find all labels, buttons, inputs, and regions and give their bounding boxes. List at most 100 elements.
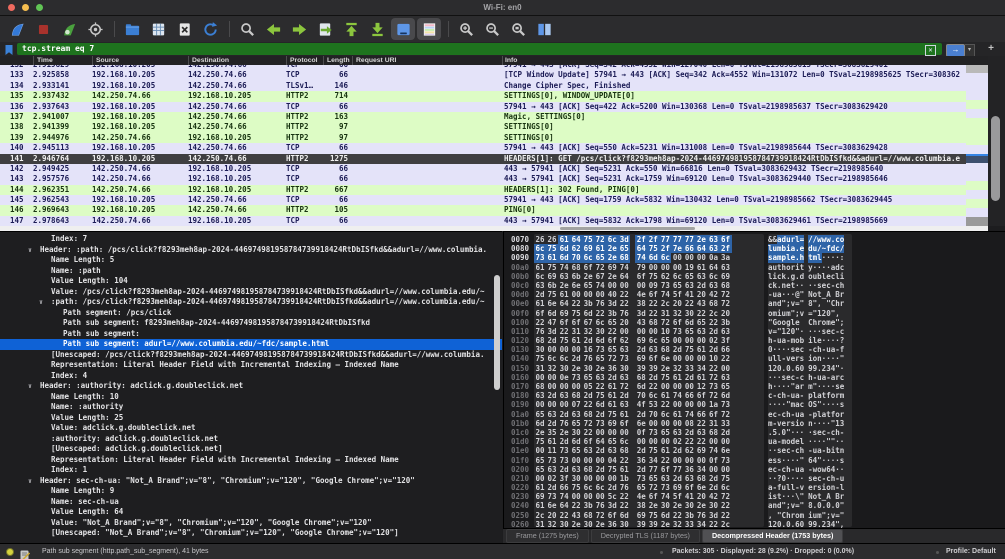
detail-line[interactable]: Name: sec-ch-ua [0, 497, 502, 508]
hex-row[interactable]: 010022476f6f676c65204368726f6d65223b"Goo… [504, 318, 1005, 327]
packet-row[interactable]: 1472.978643142.250.74.66192.168.10.205TC… [0, 216, 966, 226]
packet-list-minimap[interactable] [966, 65, 988, 226]
detail-line[interactable]: Name: :path [0, 266, 502, 277]
byte-view-tab[interactable]: Frame (1275 bytes) [506, 529, 589, 543]
packet-row[interactable]: 1432.957576142.250.74.66192.168.10.205TC… [0, 174, 966, 184]
expand-chevron-icon[interactable]: ∨ [28, 381, 32, 392]
packet-row[interactable]: 1392.944976142.250.74.66192.168.10.205HT… [0, 133, 966, 143]
detail-line[interactable]: Value Length: 104 [0, 276, 502, 287]
hex-row[interactable]: 00702626616475726c3d2f2f7777772e636f&&ad… [504, 235, 1005, 244]
detail-line[interactable]: :authority: adclick.g.doubleclick.net [0, 434, 502, 445]
packet-row[interactable]: 1332.925858192.168.10.205142.250.74.66TC… [0, 70, 966, 80]
hex-row[interactable]: 0240616e64223b763d22382e302e302e3022and"… [504, 501, 1005, 510]
hex-row[interactable]: 02603132302e302e363039392e323334222c120.… [504, 520, 1005, 528]
filter-bookmark-icon[interactable] [3, 43, 15, 55]
stop-capture-icon[interactable] [31, 18, 55, 40]
hex-row[interactable]: 00b06c69636b2e672e646f75626c65636c69lick… [504, 272, 1005, 281]
expand-chevron-icon[interactable]: ∨ [39, 297, 43, 308]
column-header-info[interactable]: Info [502, 56, 1005, 65]
detail-line-selected[interactable]: Path sub segment: adurl=//www.columbia.e… [0, 339, 502, 350]
detail-line[interactable]: Path segment: /pcs/click [0, 308, 502, 319]
hex-row[interactable]: 00d02d756100000040224e6f745f41204272-ua·… [504, 290, 1005, 299]
detail-line[interactable]: Index: 1 [0, 465, 502, 476]
colorize-icon[interactable] [417, 18, 441, 40]
detail-line[interactable]: Representation: Literal Header Field wit… [0, 360, 502, 371]
packet-list-vertical-scrollbar[interactable] [988, 56, 1005, 226]
hex-row[interactable]: 01e000117365632d63682d75612d6269746e··se… [504, 446, 1005, 455]
capture-comment-icon[interactable] [20, 547, 30, 557]
hex-row[interactable]: 017068000000052261726d22000000127365h···… [504, 382, 1005, 391]
hex-row[interactable]: 00f06f6d69756d223b763d22313230222c20omiu… [504, 309, 1005, 318]
packet-row[interactable]: 1372.941007192.168.10.205142.250.74.66HT… [0, 112, 966, 122]
packet-row[interactable]: 1352.937432142.250.74.66192.168.10.205HT… [0, 91, 966, 101]
hex-row[interactable]: 01a065632d63682d75612d706c6174666f72ec-c… [504, 410, 1005, 419]
column-header-length[interactable]: Length [323, 56, 352, 65]
packet-row[interactable]: 1342.933141192.168.10.205142.250.74.66TL… [0, 81, 966, 91]
packet-row-selected[interactable]: 1412.946764192.168.10.205142.250.74.66HT… [0, 154, 966, 164]
vertical-scroll-thumb[interactable] [991, 116, 1000, 201]
byte-view-tab[interactable]: Decrypted TLS (1187 bytes) [591, 529, 700, 543]
hex-row[interactable]: 01d075612d6d6f64656c0000000222220000ua-m… [504, 437, 1005, 446]
detail-line[interactable]: Value: "Not_A Brand";v="8", "Chromium";v… [0, 518, 502, 529]
detail-line[interactable]: ∨Header: sec-ch-ua: "Not_A Brand";v="8",… [0, 476, 502, 487]
detail-line[interactable]: [Unescaped: /pcs/click?f8293meh8ap-2024-… [0, 350, 502, 361]
hex-row[interactable]: 00806c756d6269612e6564752f7e6664632flumb… [504, 244, 1005, 253]
detail-line[interactable]: Index: 4 [0, 371, 502, 382]
filter-dropdown-caret[interactable]: ▾ [965, 44, 975, 57]
resize-columns-icon[interactable] [532, 18, 556, 40]
hex-row[interactable]: 009073616d706c652e68746d6c0000000a3asamp… [504, 253, 1005, 262]
detail-line[interactable]: [Unescaped: adclick.g.doubleclick.net] [0, 444, 502, 455]
go-last-packet-icon[interactable] [365, 18, 389, 40]
add-filter-button[interactable]: + [984, 42, 998, 55]
hex-row[interactable]: 01c02e352e30220000000f7365632d63682d.5.0… [504, 428, 1005, 437]
hex-row[interactable]: 0220612d66756c6c2d76657273696f6e2d6ca-fu… [504, 483, 1005, 492]
packet-row[interactable]: 1362.937643192.168.10.205142.250.74.66TC… [0, 102, 966, 112]
open-file-icon[interactable] [120, 18, 144, 40]
column-header-request-uri[interactable]: Request URI [352, 56, 502, 65]
column-header-protocol[interactable]: Protocol [286, 56, 323, 65]
zoom-100-icon[interactable] [506, 18, 530, 40]
display-filter-input[interactable]: tcp.stream eq 7 ✕ [17, 43, 942, 55]
detail-line[interactable]: Name Length: 10 [0, 392, 502, 403]
detail-line[interactable]: Value Length: 64 [0, 507, 502, 518]
detail-line[interactable]: ∨:path: /pcs/click?f8293meh8ap-2024-4469… [0, 297, 502, 308]
expand-chevron-icon[interactable]: ∨ [28, 245, 32, 256]
hex-row[interactable]: 02502c20224368726f6d69756d223b763d22, "C… [504, 511, 1005, 520]
detail-line[interactable]: Name Length: 9 [0, 486, 502, 497]
hex-row[interactable]: 0180632d63682d75612d706c6174666f726dc-ch… [504, 391, 1005, 400]
detail-line[interactable]: Path sub segment: f8293meh8ap-2024-44697… [0, 318, 502, 329]
detail-line[interactable]: Value: /pcs/click?f8293meh8ap-2024-44697… [0, 287, 502, 298]
hex-row[interactable]: 00e0616e64223b763d2238222c2022436872and"… [504, 299, 1005, 308]
capture-options-icon[interactable] [83, 18, 107, 40]
horizontal-scroll-thumb[interactable] [560, 227, 695, 230]
hex-row[interactable]: 0140756c6c2d76657273696f6e0000001022ull-… [504, 354, 1005, 363]
hex-row[interactable]: 00c0636b2e6e6574000000097365632d6368ck.n… [504, 281, 1005, 290]
auto-scroll-icon[interactable] [391, 18, 415, 40]
byte-view-tab-active[interactable]: Decompressed Header (1753 bytes) [702, 529, 843, 543]
hex-row[interactable]: 01f065737300000004223634220000000f73ess·… [504, 456, 1005, 465]
hex-row[interactable]: 013030000000167365632d63682d75612d660···… [504, 345, 1005, 354]
packet-row[interactable]: 1402.945113192.168.10.205142.250.74.66TC… [0, 143, 966, 153]
go-forward-icon[interactable] [287, 18, 311, 40]
packet-row[interactable]: 1382.941399192.168.10.205142.250.74.66HT… [0, 122, 966, 132]
status-profile[interactable]: Profile: Default [946, 548, 996, 555]
save-file-icon[interactable] [146, 18, 170, 40]
column-header-time[interactable]: Time [33, 56, 92, 65]
detail-line[interactable]: Path sub segment: [0, 329, 502, 340]
detail-line[interactable]: ∨Header: :path: /pcs/click?f8293meh8ap-2… [0, 245, 502, 256]
clear-filter-icon[interactable]: ✕ [925, 45, 936, 56]
hex-row[interactable]: 0120682d75612d6d6f62696c65000000023fh-ua… [504, 336, 1005, 345]
detail-line[interactable]: Value: adclick.g.doubleclick.net [0, 423, 502, 434]
hex-row[interactable]: 021000023f300000001b7365632d63682d75··?0… [504, 474, 1005, 483]
packet-row[interactable]: 1452.962543192.168.10.205142.250.74.66TC… [0, 195, 966, 205]
packet-row[interactable]: 1442.962351142.250.74.66192.168.10.205HT… [0, 185, 966, 195]
find-packet-icon[interactable] [235, 18, 259, 40]
column-header-destination[interactable]: Destination [188, 56, 286, 65]
detail-pane-scroll-thumb[interactable] [494, 275, 500, 390]
hex-row[interactable]: 00a0617574686f7269747900000019616463auth… [504, 263, 1005, 272]
apply-filter-button[interactable]: → [946, 44, 965, 57]
close-file-icon[interactable] [172, 18, 196, 40]
hex-row[interactable]: 02306973740000005c224e6f745f41204272ist·… [504, 492, 1005, 501]
detail-line[interactable]: ∨Header: :authority: adclick.g.doublecli… [0, 381, 502, 392]
restart-capture-icon[interactable] [57, 18, 81, 40]
